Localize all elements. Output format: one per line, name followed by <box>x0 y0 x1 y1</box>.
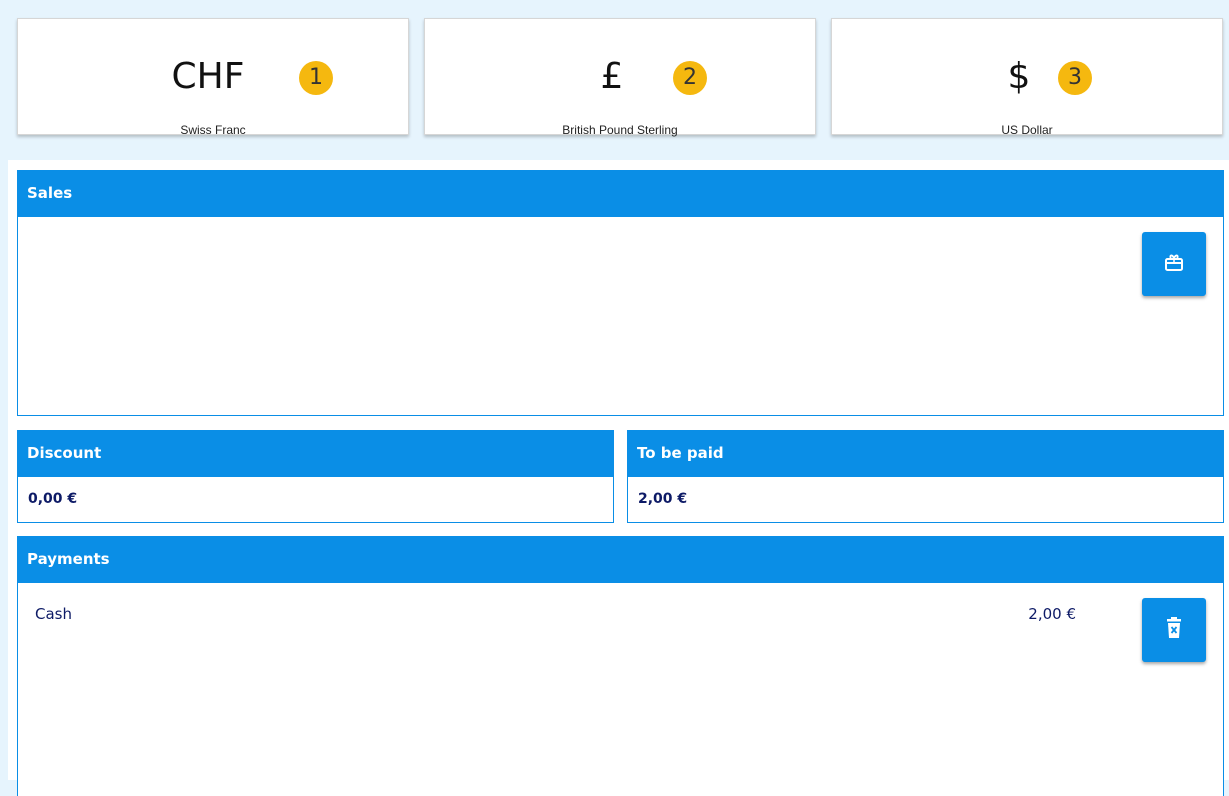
to-be-paid-panel: To be paid 2,00 € <box>627 430 1224 523</box>
currency-name: Swiss Franc <box>180 123 246 137</box>
payment-method: Cash <box>35 605 72 623</box>
left-edge <box>0 0 2 780</box>
gift-card-icon <box>1163 251 1185 277</box>
gift-card-button[interactable] <box>1142 232 1206 296</box>
payments-panel: Payments Cash 2,00 € <box>17 536 1224 796</box>
sales-panel: Sales <box>17 170 1224 416</box>
currency-name: British Pound Sterling <box>562 123 678 137</box>
discount-header: Discount <box>17 430 614 477</box>
payment-amount: 2,00 € <box>1028 605 1076 623</box>
currency-shortcut-badge: 3 <box>1058 61 1092 95</box>
currency-shortcut-badge: 1 <box>299 61 333 95</box>
delete-payment-button[interactable] <box>1142 598 1206 662</box>
to-be-paid-value: 2,00 € <box>638 491 688 507</box>
currency-name: US Dollar <box>1001 123 1053 137</box>
sales-header: Sales <box>17 170 1224 217</box>
payment-row[interactable]: Cash 2,00 € <box>35 605 1206 625</box>
payments-list: Cash 2,00 € <box>18 583 1223 796</box>
currency-shortcut-badge: 2 <box>673 61 707 95</box>
currency-symbol: £ <box>600 56 624 97</box>
currency-bar: CHF 1 Swiss Franc £ 2 British Pound Ster… <box>8 8 1229 144</box>
to-be-paid-header: To be paid <box>627 430 1224 477</box>
currency-card-usd[interactable]: $ 3 US Dollar <box>831 18 1223 137</box>
currency-symbol: CHF <box>171 56 245 97</box>
currency-card-chf[interactable]: CHF 1 Swiss Franc <box>17 18 409 137</box>
trash-icon <box>1165 617 1183 643</box>
currency-symbol: $ <box>1007 56 1031 97</box>
payments-header: Payments <box>17 536 1224 583</box>
currency-card-gbp[interactable]: £ 2 British Pound Sterling <box>424 18 816 137</box>
discount-value: 0,00 € <box>28 491 78 507</box>
discount-panel: Discount 0,00 € <box>17 430 614 523</box>
